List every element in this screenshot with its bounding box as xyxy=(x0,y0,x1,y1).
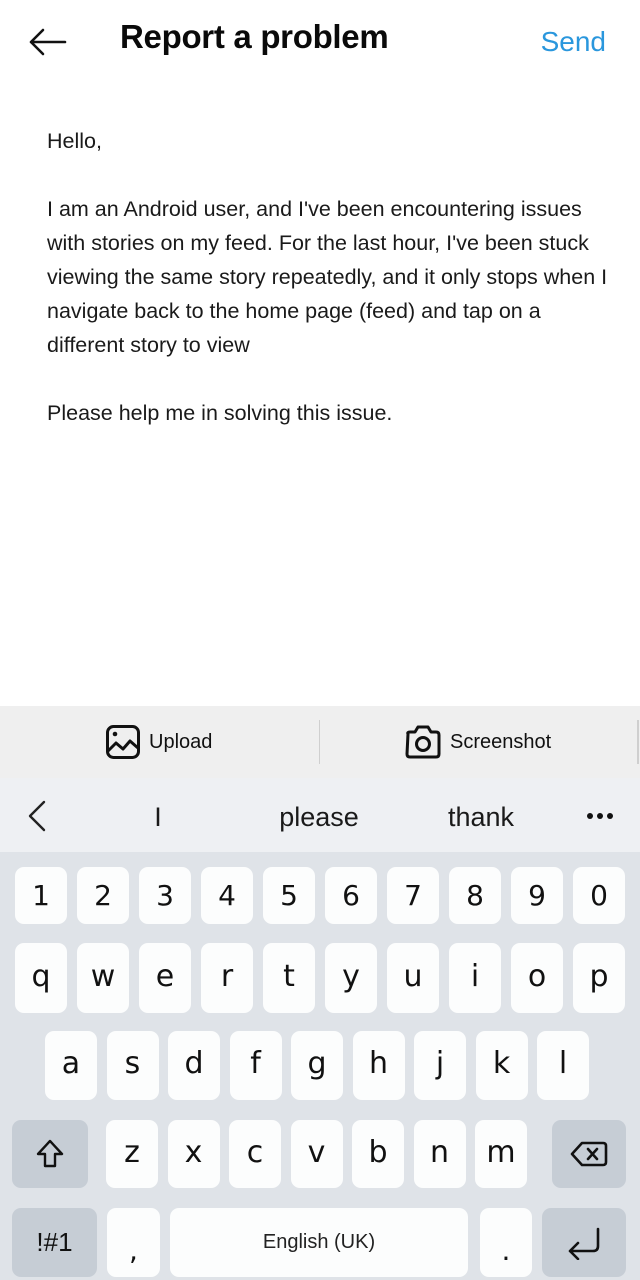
letter-key[interactable]: h xyxy=(352,1031,405,1100)
upload-button[interactable]: Upload xyxy=(105,706,212,778)
backspace-key[interactable] xyxy=(552,1120,626,1188)
letter-key[interactable]: m xyxy=(475,1120,527,1188)
message-paragraph: I am an Android user, and I've been enco… xyxy=(47,197,614,357)
letter-key[interactable]: x xyxy=(167,1120,220,1188)
suggestion-item[interactable]: please xyxy=(279,778,359,852)
space-key[interactable]: English (UK) xyxy=(170,1208,468,1277)
keyboard: 1234567890 qwertyuiop asdfghjkl zxcvbnm … xyxy=(0,852,640,1280)
suggestion-back-button[interactable] xyxy=(22,796,52,836)
attachment-bar: Upload Screenshot xyxy=(0,706,640,778)
chevron-left-icon xyxy=(28,800,46,832)
number-key[interactable]: 0 xyxy=(573,867,625,924)
screenshot-button[interactable]: Screenshot xyxy=(404,706,551,778)
letter-key[interactable]: y xyxy=(325,943,377,1013)
number-key[interactable]: 2 xyxy=(77,867,129,924)
top-app-bar: Report a problem Send xyxy=(0,0,640,84)
letter-key[interactable]: r xyxy=(201,943,253,1013)
letter-key[interactable]: n xyxy=(413,1120,466,1188)
message-paragraph: Please help me in solving this issue. xyxy=(47,401,393,425)
letter-key[interactable]: f xyxy=(229,1031,282,1100)
letter-key[interactable]: g xyxy=(291,1031,343,1100)
letter-key[interactable]: v xyxy=(290,1120,343,1188)
upload-label: Upload xyxy=(149,730,213,753)
symbols-key[interactable]: !#1 xyxy=(12,1208,97,1277)
back-button[interactable] xyxy=(22,20,72,64)
letter-key[interactable]: e xyxy=(139,943,191,1013)
shift-key[interactable] xyxy=(12,1120,88,1188)
letter-key[interactable]: s xyxy=(106,1031,159,1100)
more-suggestions-button[interactable] xyxy=(585,806,615,826)
letter-key[interactable]: p xyxy=(573,943,625,1013)
suggestion-item[interactable]: I xyxy=(154,778,162,852)
suggestion-item[interactable]: thank xyxy=(448,778,514,852)
letter-key[interactable]: k xyxy=(475,1031,528,1100)
divider xyxy=(637,720,639,764)
number-key[interactable]: 9 xyxy=(511,867,563,924)
message-paragraph: Hello, xyxy=(47,129,102,153)
message-input[interactable]: Hello, I am an Android user, and I've be… xyxy=(47,124,617,430)
number-key[interactable]: 6 xyxy=(325,867,377,924)
letter-key[interactable]: d xyxy=(168,1031,220,1100)
letter-key[interactable]: j xyxy=(414,1031,466,1100)
enter-key[interactable] xyxy=(542,1208,626,1277)
enter-icon xyxy=(568,1227,600,1260)
screenshot-label: Screenshot xyxy=(450,730,552,753)
letter-key[interactable]: i xyxy=(449,943,501,1013)
divider xyxy=(319,720,320,764)
camera-icon xyxy=(405,725,441,759)
suggestion-strip: I please thank xyxy=(0,778,640,852)
letter-key[interactable]: u xyxy=(387,943,439,1013)
page-title: Report a problem xyxy=(120,18,389,55)
number-key[interactable]: 4 xyxy=(201,867,253,924)
letter-key[interactable]: c xyxy=(229,1120,281,1188)
number-key[interactable]: 8 xyxy=(449,867,501,924)
number-key[interactable]: 3 xyxy=(139,867,191,924)
letter-key[interactable]: t xyxy=(263,943,315,1013)
letter-key[interactable]: w xyxy=(77,943,129,1013)
letter-key[interactable]: a xyxy=(45,1031,97,1100)
backspace-icon xyxy=(570,1141,608,1167)
comma-key[interactable]: , xyxy=(107,1208,160,1277)
number-key[interactable]: 7 xyxy=(387,867,439,924)
letter-key[interactable]: o xyxy=(511,943,563,1013)
letter-key[interactable]: z xyxy=(106,1120,158,1188)
arrow-left-icon xyxy=(29,28,67,56)
letter-key[interactable]: l xyxy=(537,1031,589,1100)
shift-icon xyxy=(36,1139,64,1168)
letter-key[interactable]: q xyxy=(15,943,67,1013)
number-key[interactable]: 5 xyxy=(263,867,315,924)
send-button[interactable]: Send xyxy=(541,26,606,58)
period-key[interactable]: . xyxy=(480,1208,532,1277)
number-key[interactable]: 1 xyxy=(15,867,67,924)
letter-key[interactable]: b xyxy=(352,1120,404,1188)
image-icon xyxy=(106,725,140,759)
more-dots-icon xyxy=(587,813,613,819)
